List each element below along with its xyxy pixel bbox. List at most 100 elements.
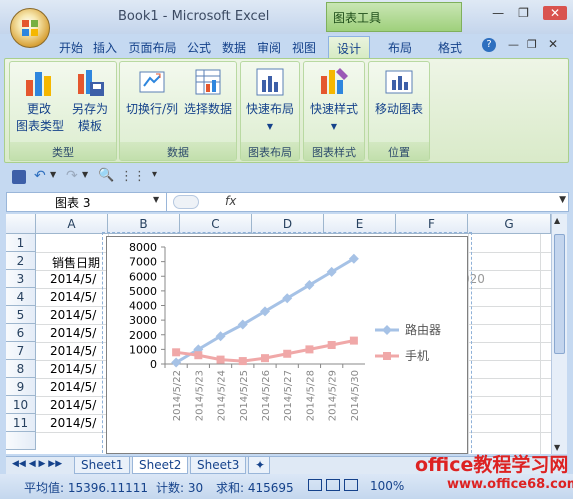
cell-a4[interactable]: 2014/5/ bbox=[50, 290, 96, 304]
tab-layout[interactable]: 布局 bbox=[380, 36, 420, 58]
switch-row-column-icon bbox=[136, 66, 168, 98]
quick-styles-dropdown-icon: ▼ bbox=[330, 122, 338, 131]
x-tick-label: 2014/5/30 bbox=[350, 370, 361, 421]
column-header-e[interactable]: E bbox=[324, 214, 396, 234]
tab-format[interactable]: 格式 bbox=[430, 36, 470, 58]
tab-formulas[interactable]: 公式 bbox=[184, 36, 214, 58]
row-header-8[interactable]: 8 bbox=[6, 360, 36, 378]
y-tick-label: 8000 bbox=[129, 241, 157, 254]
save-as-template-button[interactable]: 另存为 模板 bbox=[68, 66, 112, 135]
row-header-5[interactable]: 5 bbox=[6, 306, 36, 324]
undo-icon[interactable]: ↶ bbox=[34, 168, 46, 184]
column-header-f[interactable]: F bbox=[396, 214, 468, 234]
legend-label-2: 手机 bbox=[405, 349, 429, 363]
tab-home[interactable]: 开始 bbox=[56, 36, 86, 58]
row-header-12[interactable] bbox=[6, 432, 36, 450]
insert-sheet-icon[interactable]: ✦ bbox=[248, 457, 270, 474]
row-header-9[interactable]: 9 bbox=[6, 378, 36, 396]
x-tick-label: 2014/5/23 bbox=[194, 370, 205, 421]
customize-toolbar-icon[interactable]: ▾ bbox=[152, 169, 157, 180]
row-header-1[interactable]: 1 bbox=[6, 234, 36, 252]
scroll-up-icon[interactable]: ▲ bbox=[554, 216, 560, 225]
save-icon[interactable] bbox=[12, 170, 26, 184]
column-header-g[interactable]: G bbox=[468, 214, 551, 234]
print-preview-icon[interactable]: 🔍 bbox=[98, 168, 114, 183]
vertical-scrollbar[interactable]: ▲ ▼ bbox=[551, 214, 567, 454]
cell-a11[interactable]: 2014/5/ bbox=[50, 416, 96, 430]
redo-dropdown-icon[interactable]: ▼ bbox=[82, 170, 88, 179]
column-header-b[interactable]: B bbox=[108, 214, 180, 234]
status-average: 平均值: 15396.11111 bbox=[24, 481, 149, 495]
tab-page-layout[interactable]: 页面布局 bbox=[125, 36, 180, 58]
y-tick-label: 0 bbox=[150, 358, 157, 371]
cell-a7[interactable]: 2014/5/ bbox=[50, 344, 96, 358]
ribbon-minimize-icon[interactable]: — bbox=[508, 38, 519, 51]
quick-layout-icon bbox=[254, 66, 286, 98]
watermark-text: office教程学习网 bbox=[415, 454, 569, 476]
tab-review[interactable]: 审阅 bbox=[254, 36, 284, 58]
column-header-c[interactable]: C bbox=[180, 214, 252, 234]
scroll-thumb[interactable] bbox=[554, 234, 565, 354]
formula-expand-icon[interactable]: ▼ bbox=[559, 195, 566, 205]
row-header-10[interactable]: 10 bbox=[6, 396, 36, 414]
normal-view-icon[interactable] bbox=[308, 479, 322, 491]
row-header-11[interactable]: 11 bbox=[6, 414, 36, 432]
column-header-d[interactable]: D bbox=[252, 214, 324, 234]
cell-a10[interactable]: 2014/5/ bbox=[50, 398, 96, 412]
x-tick-label: 2014/5/27 bbox=[283, 370, 294, 421]
quick-layout-button[interactable]: 快速布局 ▼ bbox=[243, 66, 297, 135]
window-title: Book1 - Microsoft Excel bbox=[118, 9, 270, 24]
expand-formula-icon[interactable] bbox=[173, 195, 199, 209]
office-logo-icon bbox=[22, 20, 38, 36]
sheet-tab-1[interactable]: Sheet1 bbox=[74, 457, 131, 474]
row-header-3[interactable]: 3 bbox=[6, 270, 36, 288]
move-chart-button[interactable]: 移动图表 bbox=[371, 66, 427, 118]
tab-data[interactable]: 数据 bbox=[219, 36, 249, 58]
line-chart[interactable]: 0 1000 2000 3000 4000 5000 6000 7000 8000 2014/5/… bbox=[106, 236, 468, 454]
page-break-view-icon[interactable] bbox=[344, 479, 358, 491]
cell-a6[interactable]: 2014/5/ bbox=[50, 326, 96, 340]
cell-a9[interactable]: 2014/5/ bbox=[50, 380, 96, 394]
column-header-a[interactable]: A bbox=[36, 214, 108, 234]
help-icon[interactable]: ? bbox=[482, 38, 496, 52]
cell-a8[interactable]: 2014/5/ bbox=[50, 362, 96, 376]
minimize-icon[interactable]: — bbox=[492, 6, 504, 20]
sheet-nav-icon[interactable]: ◀◀ ◀ ▶ ▶▶ bbox=[12, 459, 62, 469]
row-header-2[interactable]: 2 bbox=[6, 252, 36, 270]
group-chart-layout: 快速布局 ▼ 图表布局 bbox=[240, 61, 300, 161]
tab-view[interactable]: 视图 bbox=[289, 36, 319, 58]
page-layout-view-icon[interactable] bbox=[326, 479, 340, 491]
select-objects-icon[interactable]: ⋮⋮ bbox=[120, 169, 146, 184]
row-header-7[interactable]: 7 bbox=[6, 342, 36, 360]
formula-input[interactable] bbox=[247, 193, 547, 211]
name-box[interactable]: 图表 3 bbox=[7, 193, 167, 211]
quick-styles-button[interactable]: 快速样式 ▼ bbox=[306, 66, 362, 135]
name-box-dropdown-icon[interactable]: ▼ bbox=[153, 195, 159, 204]
office-button[interactable] bbox=[10, 8, 50, 48]
worksheet-grid[interactable]: A B C D E F G 1 2 3 4 5 6 7 8 9 10 11 销售… bbox=[6, 214, 551, 454]
close-icon[interactable]: ✕ bbox=[542, 6, 567, 20]
change-chart-type-button[interactable]: 更改 图表类型 bbox=[16, 66, 64, 135]
row-header-6[interactable]: 6 bbox=[6, 324, 36, 342]
zoom-level[interactable]: 100% bbox=[370, 479, 404, 493]
group-location: 移动图表 位置 bbox=[368, 61, 430, 161]
switch-row-column-button[interactable]: 切换行/列 bbox=[124, 66, 180, 118]
cell-a2[interactable]: 销售日期 bbox=[52, 254, 100, 271]
undo-dropdown-icon[interactable]: ▼ bbox=[50, 170, 56, 179]
tab-design[interactable]: 设计 bbox=[328, 36, 370, 58]
cell-a3[interactable]: 2014/5/ bbox=[50, 272, 96, 286]
select-data-button[interactable]: 选择数据 bbox=[182, 66, 234, 118]
sheet-tab-2[interactable]: Sheet2 bbox=[132, 457, 189, 474]
cell-a5[interactable]: 2014/5/ bbox=[50, 308, 96, 322]
tab-insert[interactable]: 插入 bbox=[90, 36, 120, 58]
row-header-4[interactable]: 4 bbox=[6, 288, 36, 306]
y-tick-label: 7000 bbox=[129, 256, 157, 269]
select-all-corner[interactable] bbox=[6, 214, 36, 234]
redo-icon[interactable]: ↷ bbox=[66, 168, 78, 184]
move-chart-label: 移动图表 bbox=[374, 102, 423, 116]
x-tick-label: 2014/5/26 bbox=[261, 370, 272, 421]
ribbon-restore-icon[interactable]: ❐ bbox=[527, 38, 537, 51]
sheet-tab-3[interactable]: Sheet3 bbox=[190, 457, 247, 474]
restore-icon[interactable]: ❐ bbox=[518, 6, 529, 20]
workbook-close-icon[interactable]: ✕ bbox=[548, 37, 558, 51]
